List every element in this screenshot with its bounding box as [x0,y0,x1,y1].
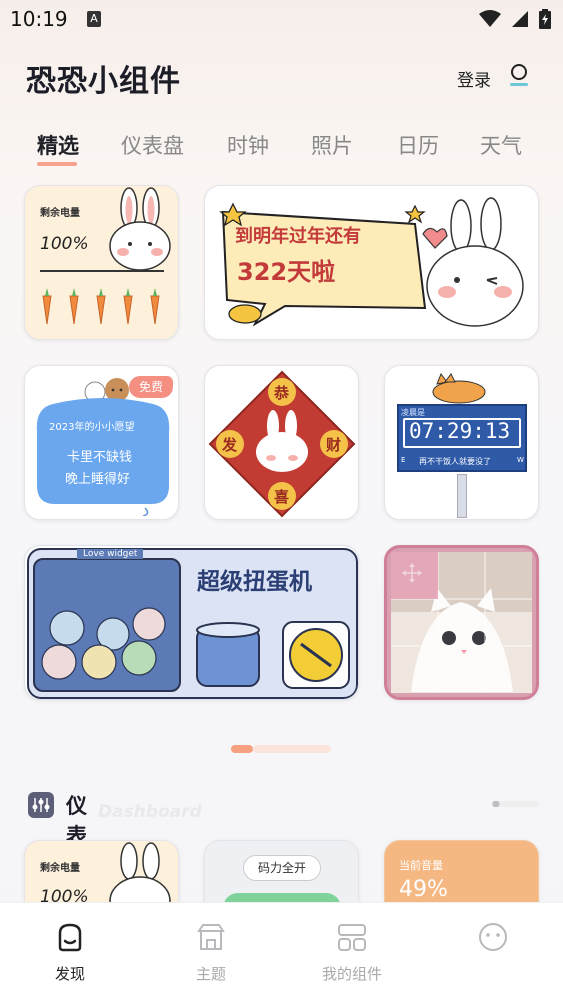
countdown-widget-card[interactable]: 到明年过年还有 322天啦 [204,185,539,340]
tab-dashboard[interactable]: 仪表盘 [121,130,184,160]
gacha-label: Love widget [77,549,144,559]
widgets-icon [338,924,366,951]
move-icon [402,563,422,583]
nav-discover-label: 发现 [54,965,85,983]
wish-line1: 卡里不缺钱 [67,450,133,465]
wish-line2: 晚上睡得好 [65,472,131,487]
login-button[interactable]: 登录 [457,66,491,91]
notification-badge: A [87,11,101,27]
smiley-icon [479,923,507,951]
battery-divider [40,270,164,272]
user-icon[interactable] [508,63,530,89]
clock-pole [457,474,467,518]
nav-theme-label: 主题 [195,965,226,983]
countdown-line2: 322天啦 [237,258,336,286]
blessing-right: 财 [326,436,342,454]
blessing-bottom: 喜 [274,488,290,506]
preview-volume-label: 当前音量 [399,859,443,872]
cat-icon [432,372,486,404]
section-pager [491,801,539,807]
category-tabs: 精选 仪表盘 时钟 照片 日历 天气 [0,130,563,174]
section-watermark: Dashboard [98,802,202,822]
wish-title: 2023年的小小愿望 [49,422,135,433]
nav-profile[interactable] [443,903,543,1000]
tab-featured[interactable]: 精选 [37,130,79,160]
wifi-icon [479,10,501,27]
bunny-illustration [109,187,171,271]
nav-theme[interactable]: 主题 [161,903,261,1000]
clock-time: 07:29:13 [409,419,511,443]
clock-label: 凌晨是 [401,408,425,417]
tab-photo[interactable]: 照片 [311,130,353,160]
battery-percent: 100% [40,234,89,254]
clock-bottom-text: 再不干饭人就要没了 [419,457,491,466]
gacha-cup-icon [196,622,260,687]
pager-track [253,745,331,753]
app-title: 恐恐小组件 [26,64,181,99]
carrot-row-icon [42,288,160,325]
gacha-widget-card[interactable]: Love widget 超级扭蛋机 [24,545,359,700]
tab-calendar[interactable]: 日历 [397,130,439,160]
signal-icon [512,11,528,27]
nav-my-widgets[interactable]: 我的组件 [302,903,402,1000]
gacha-title: 超级扭蛋机 [197,569,312,595]
blessing-widget-card[interactable]: 恭 发 财 喜 [204,365,359,520]
battery-icon [539,9,551,29]
tab-weather[interactable]: 天气 [480,130,522,160]
winking-bunny-illustration [422,197,524,327]
countdown-line1: 到明年过年还有 [235,226,361,247]
nav-my-widgets-label: 我的组件 [321,965,382,983]
battery-title: 剩余电量 [40,208,80,219]
preview-battery-title: 剩余电量 [40,863,80,874]
clock-widget-card[interactable]: 凌晨是 07:29:13 E 再不干饭人就要没了 W [384,365,539,520]
pager-active-dot [231,745,253,753]
gacha-coin-icon [282,621,350,689]
blessing-top: 恭 [274,384,290,402]
battery-widget-card[interactable]: 剩余电量 100% [24,185,179,340]
clock-e-label: E [401,456,406,464]
status-bar: 10:19 A [0,0,563,38]
free-badge: 免费 [129,376,173,398]
discover-icon [58,923,82,952]
tab-clock[interactable]: 时钟 [227,130,269,160]
store-icon [197,924,225,950]
app-header: 恐恐小组件 登录 [0,48,563,108]
clock-w-label: W [517,456,524,464]
preview-pill-label: 码力全开 [243,855,321,881]
active-tab-indicator [37,162,77,166]
wish-widget-card[interactable]: 免费 2023年的小小愿望 卡里不缺钱 晚上睡得好 [24,365,179,520]
dashboard-section-icon [28,792,54,818]
bottom-nav: 发现 主题 我的组件 [0,902,563,1000]
status-time: 10:19 [10,7,68,31]
photo-puzzle-card[interactable] [384,545,539,700]
preview-volume-value: 49% [399,877,448,902]
blessing-left: 发 [222,436,238,454]
nav-discover[interactable]: 发现 [20,903,120,1000]
capsule-balls [41,607,166,680]
